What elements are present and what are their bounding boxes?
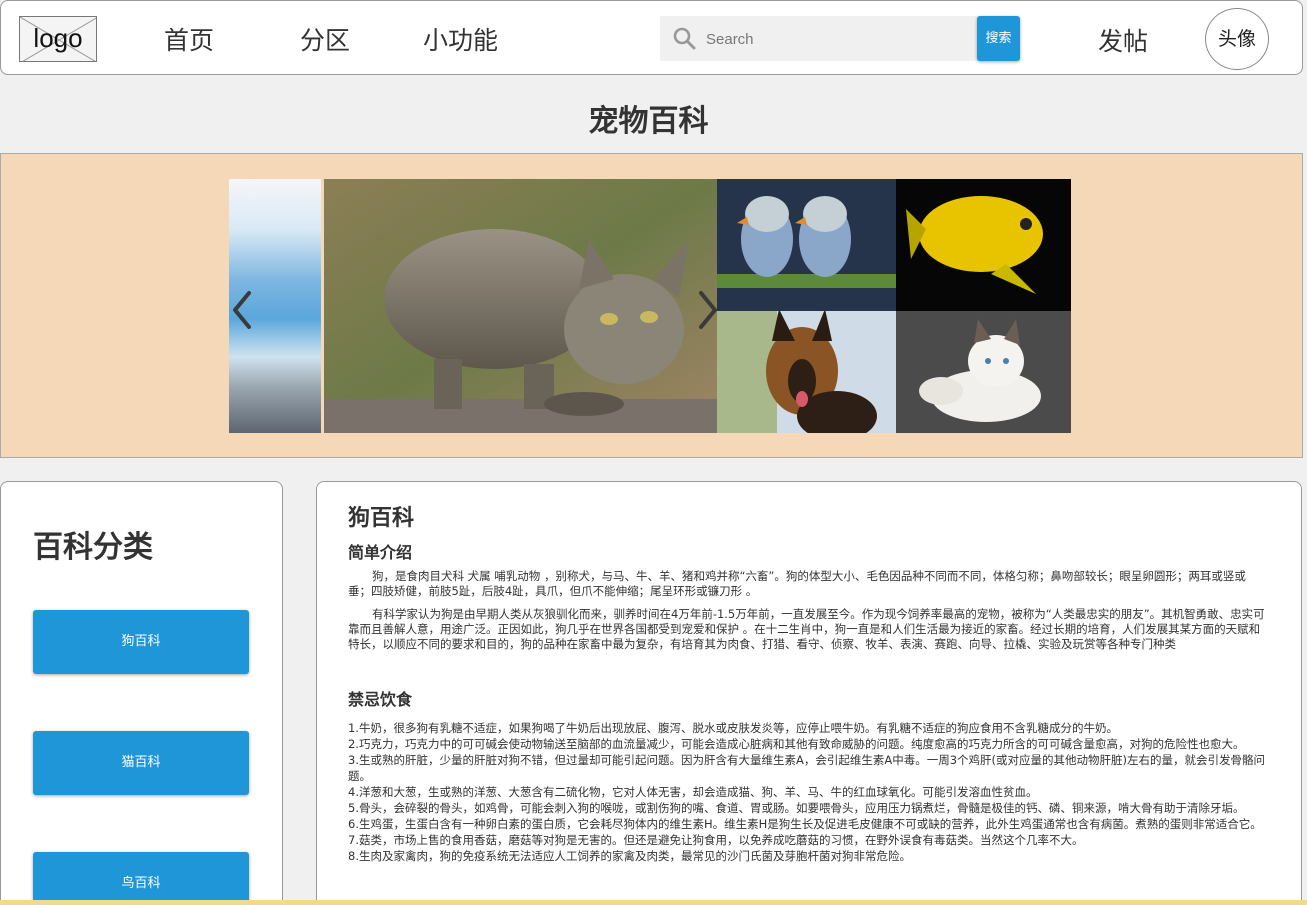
sidebar-title: 百科分类 bbox=[33, 530, 153, 565]
nav-home[interactable]: 首页 bbox=[164, 21, 214, 57]
banner-carousel bbox=[0, 153, 1303, 458]
category-sidebar: 百科分类 狗百科 猫百科 鸟百科 bbox=[0, 481, 283, 905]
category-dog-button[interactable]: 狗百科 bbox=[33, 610, 249, 674]
article-title: 狗百科 bbox=[348, 506, 415, 531]
carousel-prev-arrow-icon[interactable] bbox=[229, 289, 255, 331]
search-button[interactable]: 搜索 bbox=[977, 16, 1020, 61]
nav-tools[interactable]: 小功能 bbox=[423, 21, 498, 57]
taboo-list: 1.牛奶，很多狗有乳糖不适症，如果狗喝了牛奶后出现放屁、腹泻、脱水或皮肤发炎等，… bbox=[348, 720, 1265, 864]
intro-paragraph: 有科学家认为狗是由早期人类从灰狼驯化而来，驯养时间在4万年前-1.5万年前，一直… bbox=[348, 607, 1265, 651]
category-cat-button[interactable]: 猫百科 bbox=[33, 731, 249, 795]
intro-heading: 简单介绍 bbox=[348, 543, 413, 562]
taboo-item: 1.牛奶，很多狗有乳糖不适症，如果狗喝了牛奶后出现放屁、腹泻、脱水或皮肤发炎等，… bbox=[348, 721, 1118, 735]
taboo-item: 5.骨头，会碎裂的骨头，如鸡骨，可能会刺入狗的喉咙，或割伤狗的嘴、食道、胃或肠。… bbox=[348, 801, 1245, 815]
category-bird-button[interactable]: 鸟百科 bbox=[33, 852, 249, 905]
nav-sections[interactable]: 分区 bbox=[300, 21, 350, 57]
window-bottom-edge bbox=[0, 900, 1307, 905]
taboo-item: 3.生或熟的肝脏，少量的肝脏对狗不错，但过量却可能引起问题。因为肝含有大量维生素… bbox=[348, 753, 1265, 783]
carousel-next-arrow-icon[interactable] bbox=[695, 289, 721, 331]
carousel-fish-image bbox=[896, 179, 1071, 311]
avatar[interactable]: 头像 bbox=[1205, 8, 1269, 70]
taboo-item: 2.巧克力，巧克力中的可可碱会使动物输送至脑部的血流量减少，可能会造成心脏病和其… bbox=[348, 737, 1245, 751]
top-navbar: logo 首页 分区 小功能 搜索 发帖 头像 bbox=[0, 0, 1303, 75]
page-title: 宠物百科 bbox=[588, 104, 709, 139]
logo-text: logo bbox=[33, 23, 83, 53]
taboo-item: 4.洋葱和大葱，生或熟的洋葱、大葱含有二硫化物，它对人体无害，却会造成猫、狗、羊… bbox=[348, 785, 1038, 799]
taboo-heading: 禁忌饮食 bbox=[348, 690, 413, 709]
carousel-parrots-image bbox=[717, 179, 896, 311]
taboo-item: 7.菇类，市场上售的食用香菇，磨菇等对狗是无害的。但还是避免让狗食用，以免养成吃… bbox=[348, 833, 1084, 847]
search-box bbox=[660, 16, 980, 61]
taboo-item: 6.生鸡蛋，生蛋白含有一种卵白素的蛋白质，它会耗尽狗体内的维生素H。维生素H是狗… bbox=[348, 817, 1262, 831]
post-button[interactable]: 发帖 bbox=[1098, 22, 1148, 58]
carousel-white-cat-image bbox=[896, 311, 1071, 433]
carousel-dog-image bbox=[717, 311, 896, 433]
search-input[interactable] bbox=[706, 24, 966, 54]
intro-paragraph: 狗，是食肉目犬科 犬属 哺乳动物 ，别称犬，与马、牛、羊、猪和鸡并称“六畜”。狗… bbox=[348, 569, 1246, 598]
encyclopedia-content: 狗百科 简单介绍 狗，是食肉目犬科 犬属 哺乳动物 ，别称犬，与马、牛、羊、猪和… bbox=[316, 481, 1302, 905]
logo[interactable]: logo bbox=[19, 16, 97, 62]
taboo-item: 8.生肉及家禽肉，狗的免疫系统无法适应人工饲养的家禽及肉类，最常见的沙门氏菌及芽… bbox=[348, 849, 911, 863]
carousel-cat-image bbox=[324, 179, 717, 433]
search-icon bbox=[673, 27, 696, 50]
